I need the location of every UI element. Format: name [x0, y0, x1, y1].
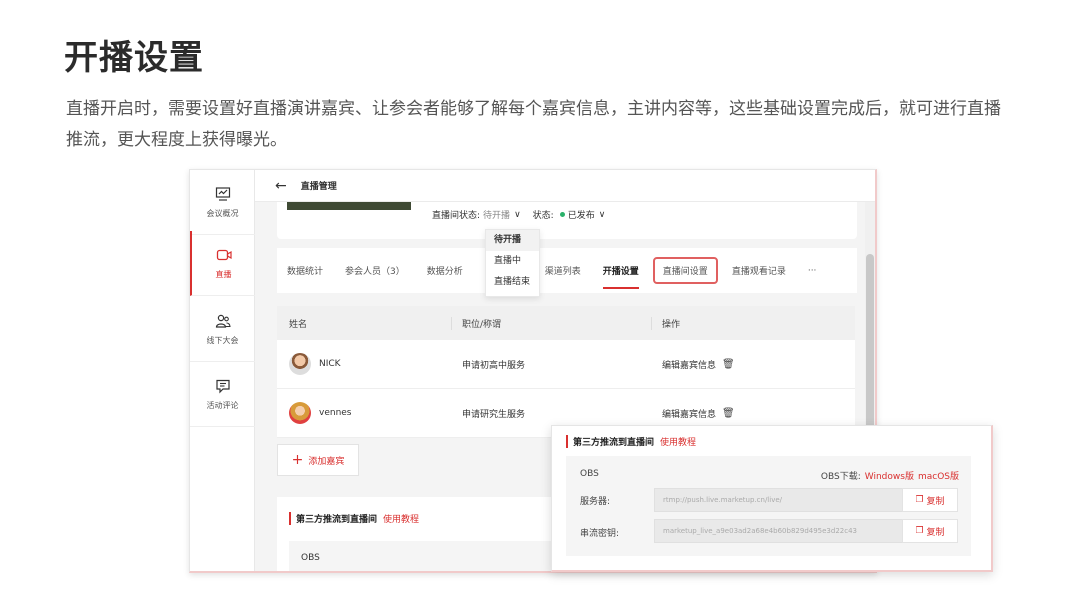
copy-icon: ❐	[915, 495, 924, 505]
dropdown-option-pending[interactable]: 待开播	[486, 230, 539, 251]
guest-title: 申请研究生服务	[462, 409, 526, 420]
sidebar-item-label: 线下大会	[206, 335, 239, 345]
room-status-dropdown: 待开播 直播中 直播结束	[485, 229, 540, 297]
page-title: 开播设置	[64, 38, 204, 78]
push-stream-heading: 第三方推流到直播间 使用教程	[289, 512, 419, 525]
copy-server-button[interactable]: ❐ 复制	[902, 488, 958, 512]
video-icon	[216, 249, 232, 260]
push-stream-zoom-panel: 第三方推流到直播间 使用教程 OBS OBS下载: Windows版 macOS版 服…	[551, 425, 993, 572]
mac-download-link[interactable]: macOS版	[918, 472, 959, 482]
publish-status-label: 状态:	[532, 211, 554, 221]
avatar	[289, 402, 311, 424]
guest-title: 申请初高中服务	[462, 360, 526, 371]
room-status-label: 直播间状态:	[432, 211, 481, 221]
topbar: ← 直播管理	[255, 170, 875, 202]
more-tabs-icon[interactable]: ···	[808, 266, 817, 276]
guest-name: NICK	[319, 359, 341, 369]
copy-icon: ❐	[915, 526, 924, 536]
column-header-name: 姓名	[277, 316, 452, 330]
push-heading-text: 第三方推流到直播间	[296, 515, 378, 525]
live-info-card: 直播间状态: 待开播 ∨ 状态: 已发布 ∨	[277, 202, 857, 239]
comment-icon	[215, 379, 230, 393]
plus-icon: +	[291, 452, 304, 468]
sidebar-item-offline[interactable]: 线下大会	[190, 297, 255, 362]
sidebar-item-live[interactable]: 直播	[190, 231, 255, 296]
copy-key-button[interactable]: ❐ 复制	[902, 519, 958, 543]
add-guest-button[interactable]: + 添加嘉宾	[277, 444, 359, 476]
sidebar-item-label: 会议概况	[206, 208, 239, 218]
push-heading-text: 第三方推流到直播间	[573, 438, 655, 448]
tab-attendees[interactable]: 参会人员（3）	[345, 264, 405, 277]
obs-settings-box: OBS OBS下载: Windows版 macOS版 服务器: rtmp://pus…	[566, 456, 971, 556]
chevron-down-icon[interactable]: ∨	[599, 210, 606, 220]
back-arrow-icon[interactable]: ←	[275, 178, 287, 194]
topbar-title: 直播管理	[300, 182, 337, 192]
chart-monitor-icon	[215, 186, 230, 201]
obs-label: OBS	[580, 469, 599, 479]
obs-download: OBS下载: Windows版 macOS版	[821, 469, 959, 482]
tab-data-stats[interactable]: 数据统计	[287, 264, 323, 277]
trash-icon[interactable]: 🗑	[722, 359, 735, 370]
status-row: 直播间状态: 待开播 ∨ 状态: 已发布 ∨	[432, 208, 606, 222]
guest-table: 姓名 职位/称谓 操作 NICK 申请初高中服务 编辑嘉宾信息 🗑 vennes …	[277, 306, 855, 438]
status-dot-icon	[559, 212, 565, 217]
windows-download-link[interactable]: Windows版	[865, 472, 914, 482]
tab-live-settings[interactable]: 开播设置	[602, 264, 639, 289]
tutorial-link[interactable]: 使用教程	[660, 438, 696, 448]
server-label: 服务器:	[580, 497, 611, 507]
edit-guest-link[interactable]: 编辑嘉宾信息	[662, 358, 716, 371]
guest-name: vennes	[319, 408, 352, 418]
scrollbar-thumb[interactable]	[866, 254, 874, 434]
tab-bar: 数据统计 参会人员（3） 数据分析 渠道列表 开播设置 直播间设置 直播观看记录…	[277, 248, 857, 293]
copy-label: 复制	[926, 496, 945, 507]
add-guest-label: 添加嘉宾	[308, 456, 345, 467]
sidebar-item-label: 活动评论	[206, 400, 239, 410]
tab-watch-records[interactable]: 直播观看记录	[732, 264, 786, 277]
tab-channels[interactable]: 渠道列表	[545, 264, 581, 277]
column-header-actions: 操作	[662, 319, 681, 330]
sidebar-item-label: 直播	[215, 269, 232, 279]
tab-data-analysis[interactable]: 数据分析	[427, 264, 463, 277]
tab-room-settings[interactable]: 直播间设置	[652, 257, 718, 284]
obs-download-label: OBS下载:	[820, 472, 861, 482]
table-header: 姓名 职位/称谓 操作	[277, 306, 855, 340]
room-status-select[interactable]: 待开播	[483, 208, 510, 221]
table-row: NICK 申请初高中服务 编辑嘉宾信息 🗑	[277, 340, 855, 389]
chevron-down-icon[interactable]: ∨	[514, 210, 521, 220]
sidebar-item-overview[interactable]: 会议概况	[190, 170, 255, 235]
tutorial-link[interactable]: 使用教程	[383, 515, 419, 525]
sidebar-item-comments[interactable]: 活动评论	[190, 362, 255, 427]
server-field[interactable]: rtmp://push.live.marketup.cn/live/	[654, 488, 914, 512]
sidebar: 会议概况 直播 线下大会 活动评论	[190, 170, 255, 571]
stream-key-label: 串流密钥:	[580, 529, 620, 539]
publish-status-select[interactable]: 已发布	[568, 208, 595, 221]
edit-guest-link[interactable]: 编辑嘉宾信息	[662, 407, 716, 420]
trash-icon[interactable]: 🗑	[722, 408, 735, 419]
people-icon	[215, 314, 231, 328]
dropdown-option-ended[interactable]: 直播结束	[486, 272, 539, 293]
stream-key-field[interactable]: marketup_live_a9e03ad2a68e4b60b829d495e3…	[654, 519, 914, 543]
avatar	[289, 353, 311, 375]
dropdown-option-live[interactable]: 直播中	[486, 251, 539, 272]
page-description: 直播开启时，需要设置好直播演讲嘉宾、让参会者能够了解每个嘉宾信息，主讲内容等，这…	[66, 99, 1001, 150]
copy-label: 复制	[926, 527, 945, 538]
push-stream-heading: 第三方推流到直播间 使用教程	[566, 435, 696, 448]
live-thumbnail	[287, 202, 411, 210]
column-header-title: 职位/称谓	[452, 316, 652, 330]
